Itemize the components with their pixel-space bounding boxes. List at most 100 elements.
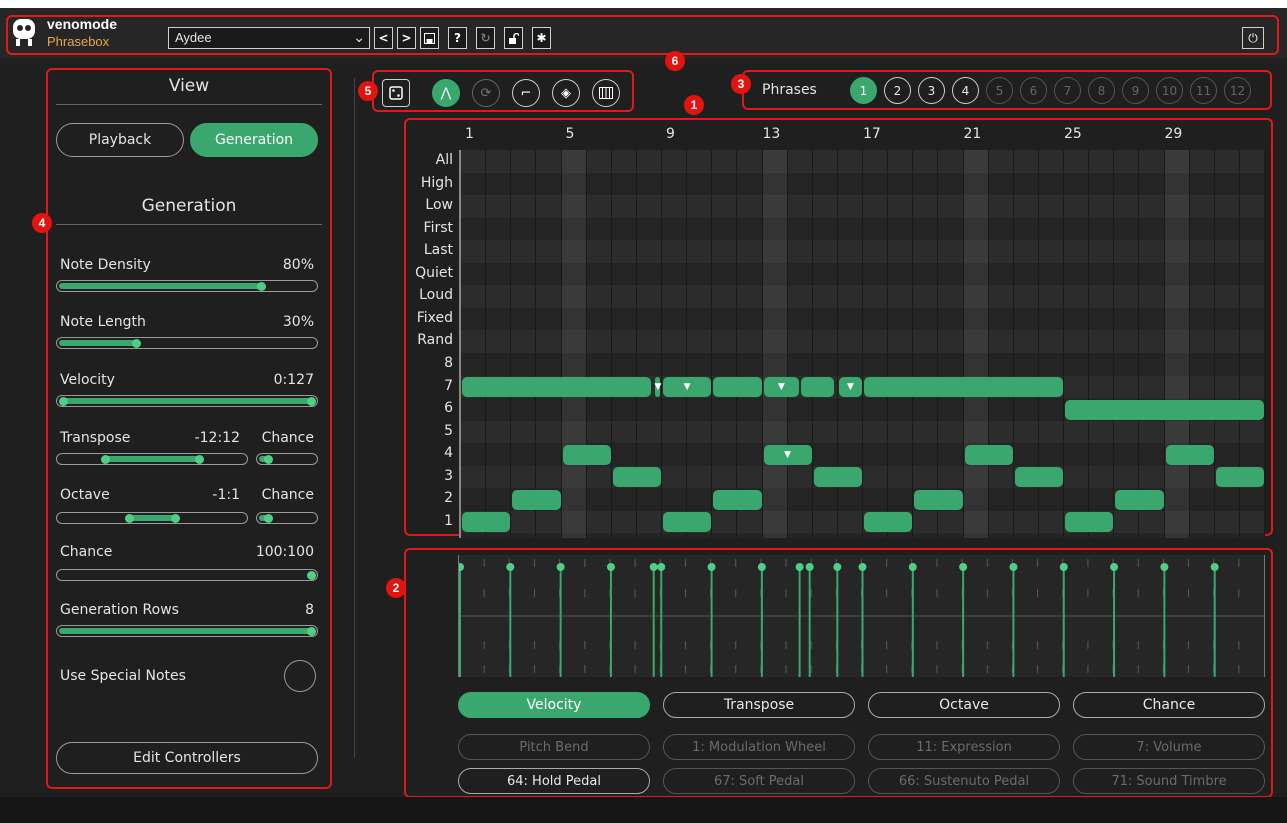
lane-tab-transpose[interactable]: Transpose bbox=[663, 692, 855, 718]
badge-3: 3 bbox=[731, 74, 751, 94]
note-block[interactable] bbox=[1014, 467, 1063, 488]
grid-column bbox=[788, 150, 813, 538]
note-density-slider[interactable] bbox=[56, 280, 318, 292]
velocity-range-slider[interactable] bbox=[56, 395, 318, 407]
highlight-header bbox=[6, 15, 1279, 55]
grid-column bbox=[1064, 150, 1090, 538]
slider-knob[interactable] bbox=[264, 455, 273, 464]
tab-generation[interactable]: Generation bbox=[190, 123, 318, 157]
note-block[interactable] bbox=[562, 444, 611, 465]
note-block[interactable]: ▼ bbox=[663, 377, 712, 398]
note-block[interactable] bbox=[1065, 512, 1114, 533]
phrase-button-11[interactable]: 11 bbox=[1190, 77, 1217, 104]
velocity-handle bbox=[908, 563, 917, 571]
chance-range-slider[interactable] bbox=[56, 569, 318, 581]
phrase-button-10[interactable]: 10 bbox=[1156, 77, 1183, 104]
velocity-handle bbox=[757, 563, 766, 571]
tab-playback[interactable]: Playback bbox=[56, 123, 184, 157]
generation-rows-slider[interactable] bbox=[56, 625, 318, 637]
octave-range-slider[interactable] bbox=[56, 512, 248, 524]
controller-lanes-panel: Velocity Transpose Octave Chance Pitch Bend 1… bbox=[404, 548, 1273, 798]
phrase-button-2[interactable]: 2 bbox=[884, 77, 911, 104]
lane-tab-7-volume[interactable]: 7: Volume bbox=[1073, 734, 1265, 760]
lane-tab-velocity[interactable]: Velocity bbox=[458, 692, 650, 718]
note-block[interactable] bbox=[612, 467, 661, 488]
range-knob-high[interactable] bbox=[195, 455, 204, 464]
velocity-handle bbox=[795, 563, 804, 571]
range-knob[interactable] bbox=[307, 571, 316, 580]
slider-knob[interactable] bbox=[257, 282, 266, 291]
transpose-range-slider[interactable] bbox=[56, 453, 248, 465]
phrase-button-3[interactable]: 3 bbox=[918, 77, 945, 104]
piano-icon bbox=[599, 87, 613, 99]
lane-tab-64-hold-pedal[interactable]: 64: Hold Pedal bbox=[458, 768, 650, 794]
note-block[interactable]: ▼ bbox=[838, 377, 862, 398]
note-block[interactable] bbox=[1165, 444, 1214, 465]
note-block[interactable] bbox=[1215, 467, 1264, 488]
range-knob-high[interactable] bbox=[171, 514, 180, 523]
badge-2: 2 bbox=[386, 578, 406, 598]
note-grid[interactable]: ▼ ▼ ▼ ▼ ▼ bbox=[459, 150, 1265, 538]
range-knob-low[interactable] bbox=[101, 455, 110, 464]
phrase-button-5[interactable]: 5 bbox=[986, 77, 1013, 104]
lane-tab-chance[interactable]: Chance bbox=[1073, 692, 1265, 718]
note-block[interactable]: ▼ bbox=[763, 377, 800, 398]
note-block[interactable]: ▼ bbox=[654, 377, 661, 398]
lane-tab-67-soft-pedal[interactable]: 67: Soft Pedal bbox=[663, 768, 855, 794]
use-special-notes-toggle[interactable] bbox=[284, 660, 316, 692]
slider-knob[interactable] bbox=[132, 339, 141, 348]
note-density-label: Note Density bbox=[60, 257, 151, 273]
lane-tab-pitch-bend[interactable]: Pitch Bend bbox=[458, 734, 650, 760]
transpose-chance-slider[interactable] bbox=[256, 453, 318, 465]
lane-tab-octave[interactable]: Octave bbox=[868, 692, 1060, 718]
note-block[interactable] bbox=[1115, 489, 1164, 510]
note-block[interactable] bbox=[713, 377, 762, 398]
grid-column bbox=[486, 150, 512, 538]
phrase-button-1[interactable]: 1 bbox=[850, 77, 877, 104]
legato-button[interactable]: ⌐ bbox=[512, 79, 540, 107]
phrase-button-12[interactable]: 12 bbox=[1224, 77, 1251, 104]
grid-column bbox=[963, 150, 989, 538]
row-label: Quiet bbox=[415, 264, 453, 281]
range-knob-high[interactable] bbox=[307, 397, 316, 406]
phrase-button-6[interactable]: 6 bbox=[1020, 77, 1047, 104]
note-length-slider[interactable] bbox=[56, 337, 318, 349]
lane-tab-11-expression[interactable]: 11: Expression bbox=[868, 734, 1060, 760]
note-block[interactable] bbox=[462, 377, 651, 398]
randomize-button[interactable] bbox=[382, 79, 410, 107]
divider bbox=[56, 104, 322, 105]
phrase-button-4[interactable]: 4 bbox=[952, 77, 979, 104]
note-block[interactable] bbox=[813, 467, 862, 488]
regenerate-button[interactable]: ⟳ bbox=[472, 79, 500, 107]
velocity-lane[interactable] bbox=[458, 555, 1265, 677]
octave-chance-slider[interactable] bbox=[256, 512, 318, 524]
note-block[interactable] bbox=[864, 377, 1063, 398]
note-block[interactable] bbox=[713, 489, 762, 510]
note-block[interactable] bbox=[1065, 399, 1264, 420]
range-knob-low[interactable] bbox=[59, 397, 68, 406]
note-block[interactable] bbox=[512, 489, 561, 510]
note-block[interactable] bbox=[964, 444, 1013, 465]
note-block[interactable] bbox=[462, 512, 511, 533]
phrases-bar: Phrases 1 2 3 4 5 6 7 8 9 10 11 12 bbox=[742, 70, 1272, 110]
edit-controllers-button[interactable]: Edit Controllers bbox=[56, 742, 318, 774]
note-block[interactable]: ▼ bbox=[763, 444, 812, 465]
slider-knob[interactable] bbox=[307, 627, 316, 636]
note-block[interactable] bbox=[914, 489, 963, 510]
slider-knob[interactable] bbox=[264, 514, 273, 523]
eraser-button[interactable]: ◈ bbox=[552, 79, 580, 107]
note-block[interactable] bbox=[864, 512, 913, 533]
range-knob-low[interactable] bbox=[125, 514, 134, 523]
generate-button[interactable]: ⋀ bbox=[432, 79, 460, 107]
note-block[interactable] bbox=[801, 377, 835, 398]
phrase-button-7[interactable]: 7 bbox=[1054, 77, 1081, 104]
column-number: 1 bbox=[465, 126, 474, 142]
phrases-label: Phrases bbox=[762, 82, 817, 98]
phrase-button-8[interactable]: 8 bbox=[1088, 77, 1115, 104]
lane-tab-71-sound-timbre[interactable]: 71: Sound Timbre bbox=[1073, 768, 1265, 794]
note-block[interactable] bbox=[663, 512, 712, 533]
lane-tab-1-modulation-wheel[interactable]: 1: Modulation Wheel bbox=[663, 734, 855, 760]
lane-tab-66-sustenuto-pedal[interactable]: 66: Sustenuto Pedal bbox=[868, 768, 1060, 794]
phrase-button-9[interactable]: 9 bbox=[1122, 77, 1149, 104]
piano-button[interactable] bbox=[592, 79, 620, 107]
